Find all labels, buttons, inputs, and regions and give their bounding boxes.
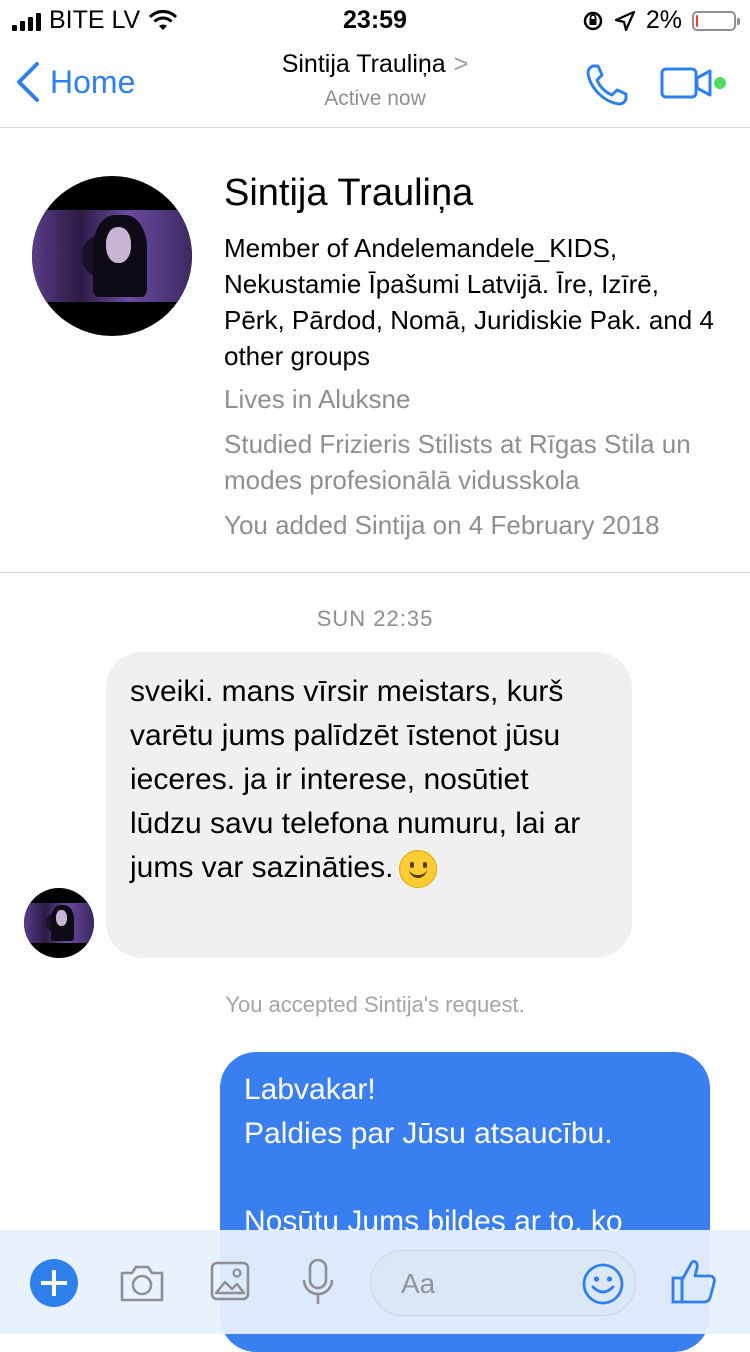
chevron-right-icon: > — [453, 50, 469, 78]
smile-emoji-icon — [399, 850, 438, 889]
message-input-wrapper — [370, 1250, 636, 1316]
contact-title-row: Sintija Trauliņa > — [0, 50, 750, 79]
camera-button[interactable] — [118, 1262, 166, 1304]
incoming-message-text: sveiki. mans vīrsir meistars, kurš varēt… — [130, 675, 581, 884]
active-status: Active now — [324, 87, 426, 110]
contact-profile: Sintija Trauliņa Member of Andelemandele… — [0, 128, 750, 573]
gallery-button[interactable] — [210, 1261, 250, 1301]
emoji-button[interactable] — [581, 1262, 625, 1306]
system-note: You accepted Sintija's request. — [225, 992, 525, 1017]
profile-groups: Member of Andelemandele_KIDS, Nekustamie… — [224, 233, 714, 371]
profile-added-date: You added Sintija on 4 February 2018 — [224, 510, 660, 540]
profile-location: Lives in Aluksne — [224, 384, 411, 414]
profile-name: Sintija Trauliņa — [224, 172, 474, 214]
contact-header[interactable]: Sintija Trauliņa > Active now — [0, 50, 750, 111]
status-bar: BITE LV 23:59 2% — [0, 0, 750, 40]
phone-call-button[interactable] — [584, 62, 630, 108]
sender-avatar-photo — [24, 903, 94, 943]
video-call-button[interactable] — [660, 66, 742, 100]
orientation-lock-icon — [583, 11, 603, 30]
sender-avatar[interactable] — [24, 888, 94, 958]
battery-percent: 2% — [645, 6, 682, 34]
composer-bar — [0, 1230, 750, 1334]
microphone-button[interactable] — [300, 1258, 336, 1308]
battery-fill — [696, 14, 698, 27]
profile-education: Studied Frizieris Stilists at Rīgas Stil… — [224, 429, 691, 495]
contact-name: Sintija Trauliņa — [281, 50, 446, 78]
avatar[interactable] — [32, 176, 192, 336]
incoming-message[interactable]: sveiki. mans vīrsir meistars, kurš varēt… — [106, 652, 632, 958]
plus-button[interactable] — [30, 1259, 78, 1307]
status-right: 2% — [582, 6, 740, 35]
battery-icon — [692, 10, 740, 31]
location-icon — [614, 10, 635, 31]
message-timestamp: SUN 22:35 — [316, 606, 434, 631]
message-input[interactable] — [399, 1261, 563, 1307]
conversation-header: Home Sintija Trauliņa > Active now — [0, 40, 750, 128]
like-button[interactable] — [670, 1256, 718, 1306]
avatar-photo — [32, 210, 192, 302]
